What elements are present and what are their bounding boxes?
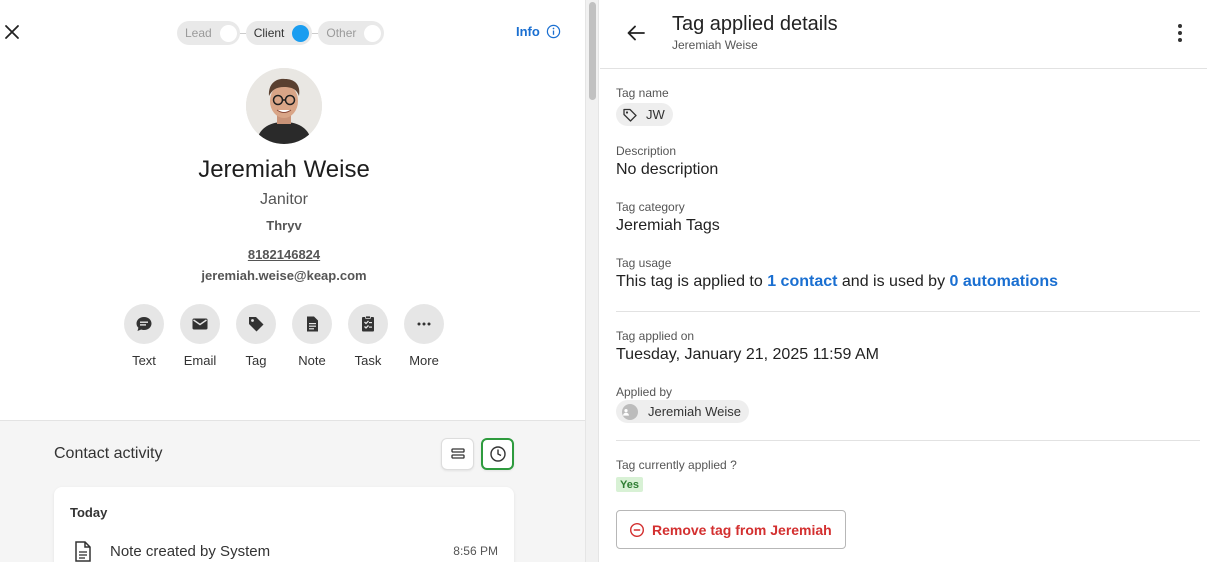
tag-category-label: Tag category	[616, 200, 685, 214]
stage-lead[interactable]: Lead	[177, 21, 240, 45]
usage-automations-link[interactable]: 0 automations	[950, 273, 1058, 290]
remove-circle-icon	[629, 522, 645, 537]
mail-icon	[192, 318, 208, 330]
note-action-circle	[292, 304, 332, 344]
tag-action-button[interactable]: Tag	[236, 304, 276, 368]
contact-activity-section: Contact activity Today Note created by S…	[0, 420, 585, 562]
email-action-button[interactable]: Email	[180, 304, 220, 368]
task-action-button[interactable]: Task	[348, 304, 388, 368]
note-action-button[interactable]: Note	[292, 304, 332, 368]
back-arrow-icon[interactable]	[625, 22, 647, 44]
remove-tag-button[interactable]: Remove tag from Jeremiah	[616, 510, 846, 549]
contact-job-title: Janitor	[259, 191, 309, 208]
applied-on-value: Tuesday, January 21, 2025 11:59 AM	[616, 346, 879, 363]
contact-name: Jeremiah Weise	[198, 156, 370, 183]
divider	[616, 311, 1200, 312]
stage-other[interactable]: Other	[318, 21, 385, 45]
currently-applied-label: Tag currently applied ?	[616, 458, 737, 472]
note-action-label: Note	[298, 353, 326, 368]
details-title: Tag applied details	[672, 13, 838, 35]
tag-name-label: Tag name	[616, 86, 669, 100]
currently-applied-badge: Yes	[616, 477, 643, 492]
text-action-button[interactable]: Text	[124, 304, 164, 368]
note-icon	[75, 541, 91, 562]
avatar	[246, 68, 322, 144]
task-action-circle	[348, 304, 388, 344]
usage-middle: and is used by	[837, 273, 950, 290]
scrollbar-thumb[interactable]	[589, 2, 596, 100]
text-action-label: Text	[132, 353, 156, 368]
task-action-label: Task	[354, 353, 382, 368]
description-label: Description	[616, 144, 677, 158]
user-avatar-icon	[622, 403, 638, 420]
stage-lead-knob	[219, 24, 237, 42]
contact-email: jeremiah.weise@keap.com	[201, 268, 367, 283]
stage-client[interactable]: Client	[245, 21, 313, 45]
chat-icon	[136, 317, 152, 331]
info-label: Info	[516, 24, 540, 39]
task-icon	[362, 315, 374, 332]
left-panel-scrollbar[interactable]	[585, 0, 599, 562]
activity-item[interactable]: Note created by System 8:56 PM	[70, 539, 498, 562]
list-view-button[interactable]	[441, 438, 474, 470]
details-header: Tag applied details Jeremiah Weise	[600, 0, 1207, 69]
quick-actions: Text Email Tag Note Task More	[124, 304, 444, 368]
timeline-view-button[interactable]	[481, 438, 514, 470]
activity-item-time: 8:56 PM	[453, 544, 498, 558]
more-action-button[interactable]: More	[404, 304, 444, 368]
applied-by-chip[interactable]: Jeremiah Weise	[616, 400, 749, 423]
stage-lead-label: Lead	[185, 26, 212, 40]
clock-icon	[489, 446, 506, 462]
avatar-photo	[246, 68, 322, 144]
usage-contacts-link[interactable]: 1 contact	[767, 273, 837, 290]
activity-item-text: Note created by System	[110, 542, 271, 560]
more-horizontal-icon	[417, 322, 431, 326]
note-icon	[307, 316, 318, 332]
usage-prefix: This tag is applied to	[616, 273, 768, 290]
applied-by-value: Jeremiah Weise	[648, 404, 741, 419]
stage-toggle: Lead Client Other	[177, 21, 385, 45]
tag-action-label: Tag	[245, 353, 267, 368]
activity-card: Today Note created by System 8:56 PM	[54, 487, 514, 562]
tag-category-value: Jeremiah Tags	[616, 217, 720, 234]
more-vertical-icon[interactable]	[1170, 22, 1190, 44]
more-action-circle	[404, 304, 444, 344]
stage-client-knob	[292, 24, 310, 42]
remove-tag-label: Remove tag from Jeremiah	[652, 521, 832, 538]
contact-panel: Lead Client Other Info Jeremiah Weise Ja…	[0, 0, 585, 562]
tag-icon	[249, 317, 264, 332]
details-subtitle: Jeremiah Weise	[672, 38, 758, 52]
applied-by-label: Applied by	[616, 385, 673, 399]
info-link[interactable]: Info	[516, 24, 561, 39]
tag-action-circle	[236, 304, 276, 344]
list-view-icon	[450, 448, 465, 459]
stage-other-label: Other	[326, 26, 357, 40]
tag-icon	[623, 108, 637, 122]
tag-usage-text: This tag is applied to 1 contact and is …	[616, 273, 1058, 291]
stage-other-knob	[364, 24, 382, 42]
activity-title: Contact activity	[54, 445, 163, 462]
contact-phone-link[interactable]: 8182146824	[248, 247, 320, 262]
more-action-label: More	[409, 353, 439, 368]
person-icon	[623, 408, 629, 416]
description-value: No description	[616, 161, 719, 178]
stage-client-label: Client	[253, 26, 285, 40]
divider	[616, 440, 1200, 441]
stage-separator	[239, 32, 246, 34]
tag-details-panel: Tag applied details Jeremiah Weise Tag n…	[600, 0, 1207, 562]
email-action-label: Email	[183, 353, 217, 368]
activity-day-label: Today	[70, 505, 108, 520]
email-action-circle	[180, 304, 220, 344]
contact-company: Thryv	[266, 218, 302, 233]
tag-usage-label: Tag usage	[616, 256, 672, 270]
tag-name-value: JW	[646, 107, 665, 122]
contact-phone-row: 8182146824	[0, 247, 568, 262]
close-icon[interactable]	[2, 22, 22, 42]
applied-on-label: Tag applied on	[616, 329, 695, 343]
info-icon	[546, 24, 561, 39]
tag-name-chip: JW	[616, 103, 673, 126]
text-action-circle	[124, 304, 164, 344]
app-root: Lead Client Other Info Jeremiah Weise Ja…	[0, 0, 1207, 562]
